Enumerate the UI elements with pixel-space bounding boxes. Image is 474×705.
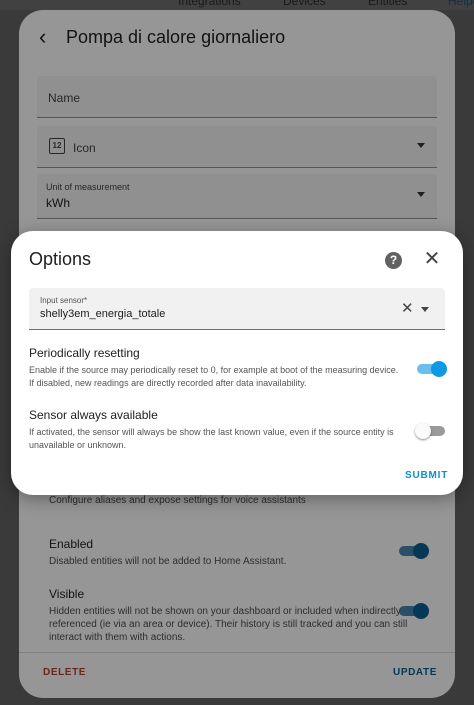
- periodically-resetting-toggle[interactable]: [417, 361, 447, 377]
- close-icon[interactable]: ✕: [423, 248, 441, 270]
- input-sensor-value: shelly3em_energia_totale: [40, 308, 166, 320]
- input-sensor-field[interactable]: Input sensor* shelly3em_energia_totale ✕: [29, 288, 445, 330]
- options-dialog: Options ? ✕ Input sensor* shelly3em_ener…: [11, 231, 463, 495]
- chevron-down-icon[interactable]: [421, 307, 429, 312]
- periodically-resetting-description: Enable if the source may periodically re…: [29, 365, 399, 388]
- help-icon[interactable]: ?: [385, 252, 402, 269]
- clear-icon[interactable]: ✕: [401, 301, 414, 316]
- input-sensor-label: Input sensor*: [40, 296, 88, 305]
- submit-button[interactable]: SUBMIT: [405, 470, 448, 481]
- sensor-always-available-setting: Sensor always available If activated, th…: [29, 408, 399, 452]
- sensor-always-available-toggle[interactable]: [415, 423, 447, 439]
- options-title: Options: [29, 249, 92, 269]
- sensor-always-available-title: Sensor always available: [29, 408, 158, 422]
- sensor-always-available-description: If activated, the sensor will always be …: [29, 427, 394, 450]
- periodically-resetting-title: Periodically resetting: [29, 346, 140, 360]
- periodically-resetting-setting: Periodically resetting Enable if the sou…: [29, 346, 399, 390]
